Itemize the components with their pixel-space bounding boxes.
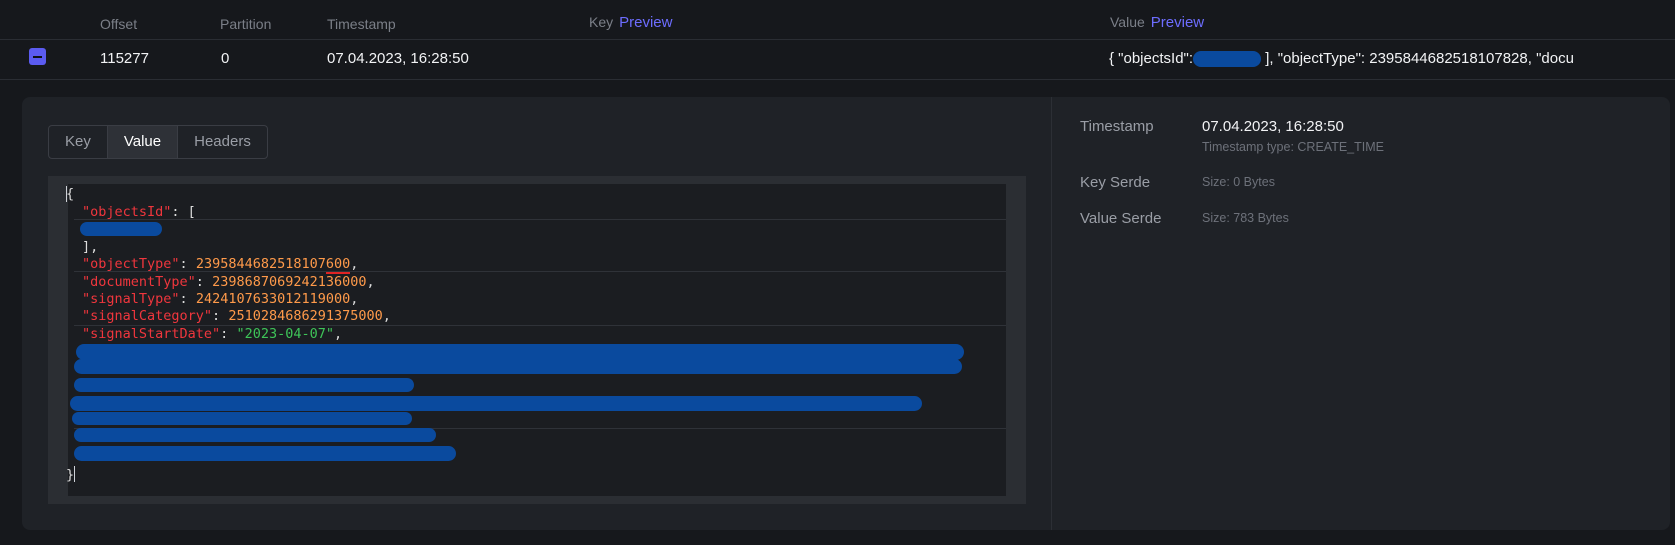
row-offset: 115277 (100, 50, 149, 67)
value-preview-part-a: { "objectsId": (1109, 50, 1194, 67)
redaction-mark (1193, 51, 1262, 68)
messages-table-header: Offset Partition Timestamp Key Preview Va… (0, 0, 1675, 40)
key-serde-label: Key Serde (1080, 174, 1151, 191)
key-serde-size: Size: 0 Bytes (1202, 175, 1275, 189)
code-line-open-brace: { (66, 186, 75, 202)
redaction-mark (74, 428, 436, 442)
message-details-panel: Key Value Headers { "objectsId": [ ], "o… (22, 97, 1670, 530)
tab-value[interactable]: Value (107, 126, 179, 158)
column-key: Key Preview (589, 14, 672, 31)
redaction-mark (74, 446, 456, 461)
collapse-row-button[interactable] (29, 48, 46, 65)
column-value: Value Preview (1110, 14, 1204, 31)
minus-icon (33, 55, 42, 58)
row-value-preview: { "objectsId": ], "objectType": 23958446… (1109, 50, 1609, 68)
code-line-close-brace: } (66, 467, 75, 483)
code-line-signalStartDate: "signalStartDate": "2023-04-07", (82, 326, 343, 342)
timestamp-label: Timestamp (1080, 118, 1154, 135)
key-preview-link[interactable]: Preview (619, 14, 672, 31)
redaction-mark (76, 344, 964, 360)
value-serde-size: Size: 783 Bytes (1202, 211, 1289, 225)
tab-headers[interactable]: Headers (178, 126, 267, 158)
column-key-label: Key (589, 14, 614, 30)
value-preview-link[interactable]: Preview (1151, 14, 1204, 31)
text-cursor (74, 466, 75, 482)
redaction-mark (70, 396, 922, 411)
row-partition: 0 (221, 50, 230, 67)
redaction-mark (74, 378, 414, 392)
value-serde-label: Value Serde (1080, 210, 1162, 227)
code-line-signalType: "signalType": 2424107633012119000, (82, 291, 359, 307)
tab-key[interactable]: Key (49, 126, 108, 158)
editor-line-guide (74, 219, 1006, 220)
column-partition: Partition (220, 16, 272, 32)
value-preview-part-c: 828 (1502, 50, 1528, 68)
code-line-objectType: "objectType": 2395844682518107600, (82, 256, 359, 274)
content-tabs: Key Value Headers (48, 125, 268, 159)
message-metadata-pane: Timestamp 07.04.2023, 16:28:50 Timestamp… (1052, 97, 1670, 530)
message-content-pane: Key Value Headers { "objectsId": [ ], "o… (22, 97, 1052, 530)
redaction-mark (72, 412, 412, 425)
redaction-mark (80, 222, 162, 236)
json-editor[interactable]: { "objectsId": [ ], "objectType": 239584… (48, 176, 1026, 504)
value-preview-part-b: ], "objectType": 2395844682518107 (1261, 50, 1503, 67)
message-row[interactable]: 115277 0 07.04.2023, 16:28:50 { "objects… (0, 40, 1675, 80)
timestamp-value: 07.04.2023, 16:28:50 (1202, 118, 1344, 135)
row-timestamp: 07.04.2023, 16:28:50 (327, 50, 469, 67)
column-offset: Offset (100, 16, 138, 32)
code-line-close-bracket: ], (82, 239, 99, 255)
json-editor-content[interactable]: { "objectsId": [ ], "objectType": 239584… (66, 184, 1006, 496)
column-value-label: Value (1110, 14, 1145, 30)
redaction-mark (74, 359, 962, 374)
code-line-signalCategory: "signalCategory": 2510284686291375000, (82, 308, 391, 324)
code-line-documentType: "documentType": 2398687069242136000, (82, 274, 375, 290)
timestamp-type: Timestamp type: CREATE_TIME (1202, 140, 1384, 154)
value-preview-part-d: , "docu (1527, 50, 1574, 67)
column-timestamp: Timestamp (327, 16, 396, 32)
